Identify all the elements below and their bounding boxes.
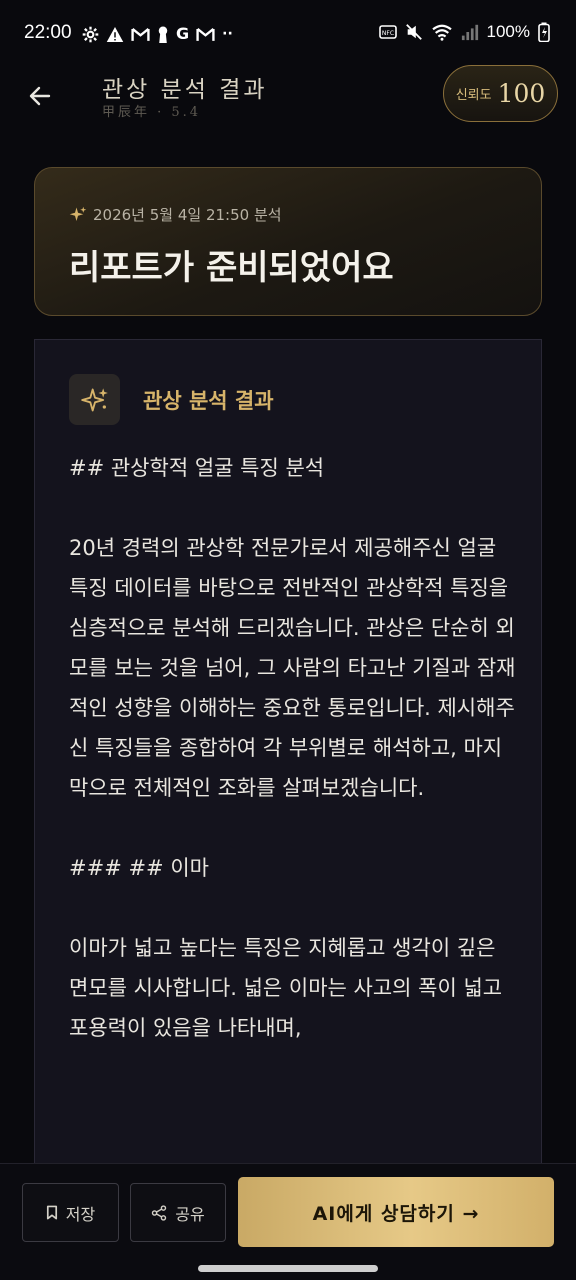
analysis-date: 2026년 5월 4일 21:50 분석 — [93, 206, 282, 224]
gmail-icon — [131, 27, 150, 41]
page-subtitle: 甲辰年 · 5.4 — [102, 105, 202, 120]
nfc-icon: NFC — [378, 25, 397, 39]
wifi-icon — [431, 24, 452, 41]
system-icons: NFC 100% — [378, 22, 550, 42]
sparkle-icon — [69, 206, 87, 221]
share-button[interactable]: 공유 — [130, 1183, 226, 1242]
signal-icon — [461, 24, 478, 41]
report-panel[interactable]: 관상 분석 결과 ## 관상학적 얼굴 특징 분석 20년 경력의 관상학 전문… — [34, 339, 542, 1239]
gmail-icon-2 — [196, 27, 215, 41]
report-paragraph: ### ## 이마 — [69, 856, 209, 880]
report-paragraph: 이마가 넓고 높다는 특징은 지혜롭고 생각이 깊은 면모를 시사합니다. 넓은… — [69, 936, 503, 1040]
alert-icon — [106, 26, 124, 42]
report-badge — [69, 374, 120, 425]
report-body: ## 관상학적 얼굴 특징 분석 20년 경력의 관상학 전문가로서 제공해주신… — [69, 448, 517, 1088]
save-button[interactable]: 저장 — [22, 1183, 119, 1242]
report-header: 관상 분석 결과 — [69, 374, 274, 425]
status-time: 22:00 — [24, 22, 72, 43]
trust-score-badge: 신뢰도 100 — [443, 65, 558, 122]
share-icon — [152, 1204, 167, 1221]
trust-value: 100 — [497, 79, 546, 108]
analysis-date-row: 2026년 5월 4일 21:50 분석 — [69, 204, 282, 225]
report-ready-title: 리포트가 준비되었어요 — [69, 248, 394, 288]
svg-text:NFC: NFC — [381, 30, 393, 37]
bookmark-icon — [46, 1205, 57, 1220]
save-label: 저장 — [65, 1204, 96, 1224]
keyhole-icon — [158, 25, 168, 43]
report-paragraph: 20년 경력의 관상학 전문가로서 제공해주신 얼굴 특징 데이터를 바탕으로 … — [69, 536, 516, 800]
battery-percent: 100% — [486, 22, 530, 41]
share-label: 공유 — [175, 1204, 205, 1224]
ai-consult-button[interactable]: AI에게 상담하기 → — [238, 1177, 554, 1247]
battery-icon — [538, 22, 550, 42]
sparkle-icon — [80, 387, 108, 411]
back-button[interactable] — [22, 78, 58, 114]
page-title: 관상 분석 결과 — [102, 77, 268, 103]
more-icon: ·· — [222, 26, 233, 42]
report-heading: 관상 분석 결과 — [143, 388, 274, 413]
bottom-action-bar: 저장 공유 AI에게 상담하기 → — [0, 1163, 576, 1280]
home-indicator[interactable] — [198, 1265, 378, 1272]
settings-icon — [82, 26, 99, 42]
arrow-left-icon — [29, 86, 51, 106]
mute-icon — [405, 24, 422, 40]
report-ready-card: 2026년 5월 4일 21:50 분석 리포트가 준비되었어요 — [34, 167, 542, 316]
status-bar: 22:00 G ·· NFC 100% — [0, 0, 576, 70]
report-paragraph: ## 관상학적 얼굴 특징 분석 — [69, 456, 325, 480]
trust-label: 신뢰도 — [455, 88, 492, 103]
notification-icons: G ·· — [82, 24, 233, 44]
google-icon: G — [176, 24, 190, 43]
